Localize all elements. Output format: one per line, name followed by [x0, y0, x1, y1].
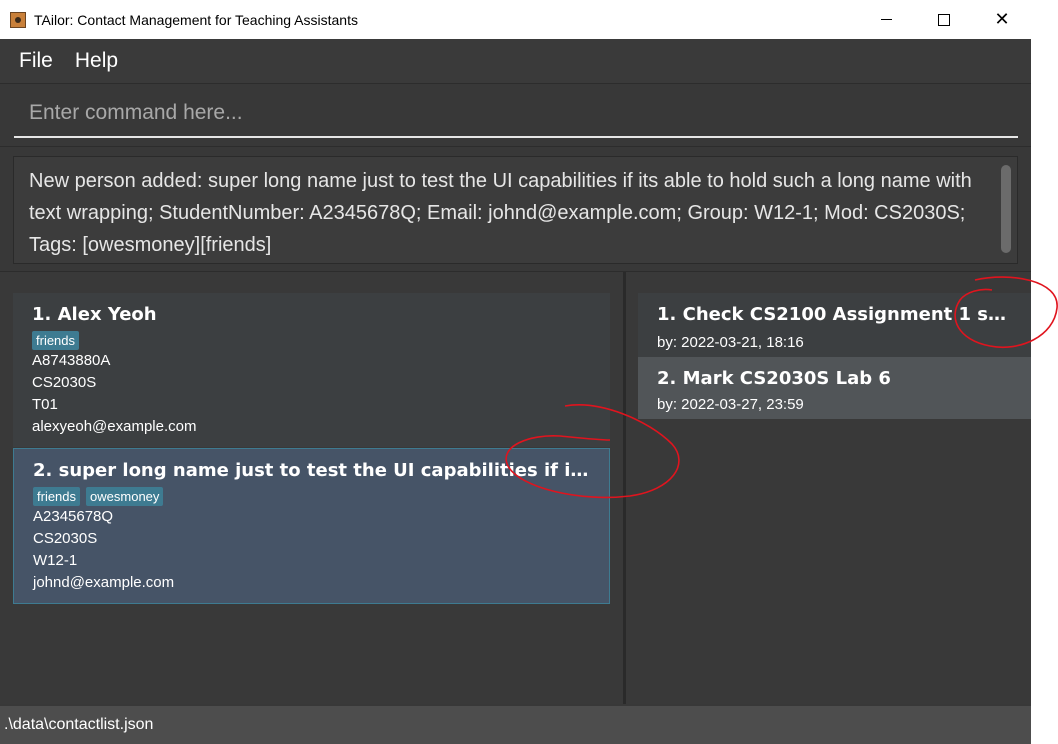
maximize-button[interactable]: [915, 0, 973, 39]
task-deadline: by: 2022-03-27, 23:59: [657, 396, 804, 413]
task-title: 1. Check CS2100 Assignment 1 submiss...: [657, 304, 1012, 325]
window-title: TAilor: Contact Management for Teaching …: [34, 11, 358, 28]
minimize-icon: [880, 19, 892, 20]
tag: friends: [33, 487, 81, 506]
group: W12-1: [33, 552, 78, 569]
save-location: .\data\contactlist.json: [4, 716, 154, 733]
email: johnd@example.com: [33, 574, 175, 591]
person-card[interactable]: 1. Alex Yeoh friends A8743880A CS2030S T…: [13, 293, 610, 447]
student-number: A8743880A: [32, 352, 111, 369]
app-window: File Help New person added: super long n…: [0, 39, 1031, 744]
command-input[interactable]: [14, 90, 1018, 138]
person-name: 2. super long name just to test the UI c…: [33, 460, 590, 481]
tag: friends: [32, 331, 80, 350]
tag: owesmoney: [86, 487, 164, 506]
menu-help[interactable]: Help: [75, 49, 118, 73]
group: T01: [32, 396, 58, 413]
task-title: 2. Mark CS2030S Lab 6: [657, 368, 891, 389]
result-message: New person added: super long name just t…: [29, 170, 972, 256]
maximize-icon: [938, 13, 950, 26]
result-scrollbar[interactable]: [1001, 165, 1011, 253]
close-button[interactable]: ✕: [973, 0, 1031, 39]
menu-file[interactable]: File: [19, 49, 53, 73]
module: CS2030S: [32, 374, 97, 391]
minimize-button[interactable]: [857, 0, 915, 39]
task-list-panel: 1. Check CS2100 Assignment 1 submiss... …: [626, 272, 1031, 704]
app-contact-icon: [10, 11, 26, 28]
command-box: [0, 84, 1031, 147]
module: CS2030S: [33, 530, 98, 547]
person-card-selected[interactable]: 2. super long name just to test the UI c…: [13, 448, 610, 604]
result-display: New person added: super long name just t…: [13, 156, 1018, 264]
person-name: 1. Alex Yeoh: [32, 304, 157, 325]
menu-bar: File Help: [0, 39, 1031, 84]
email: alexyeoh@example.com: [32, 418, 197, 435]
student-number: A2345678Q: [33, 508, 114, 525]
person-list-panel: 1. Alex Yeoh friends A8743880A CS2030S T…: [0, 272, 626, 704]
task-deadline: by: 2022-03-21, 18:16: [657, 334, 804, 351]
task-card[interactable]: 1. Check CS2100 Assignment 1 submiss... …: [638, 293, 1031, 357]
task-card[interactable]: 2. Mark CS2030S Lab 6 by: 2022-03-27, 23…: [638, 357, 1031, 419]
close-icon: ✕: [994, 9, 1010, 30]
window-title-bar[interactable]: TAilor: Contact Management for Teaching …: [0, 0, 1031, 39]
status-bar: .\data\contactlist.json: [0, 706, 1031, 744]
